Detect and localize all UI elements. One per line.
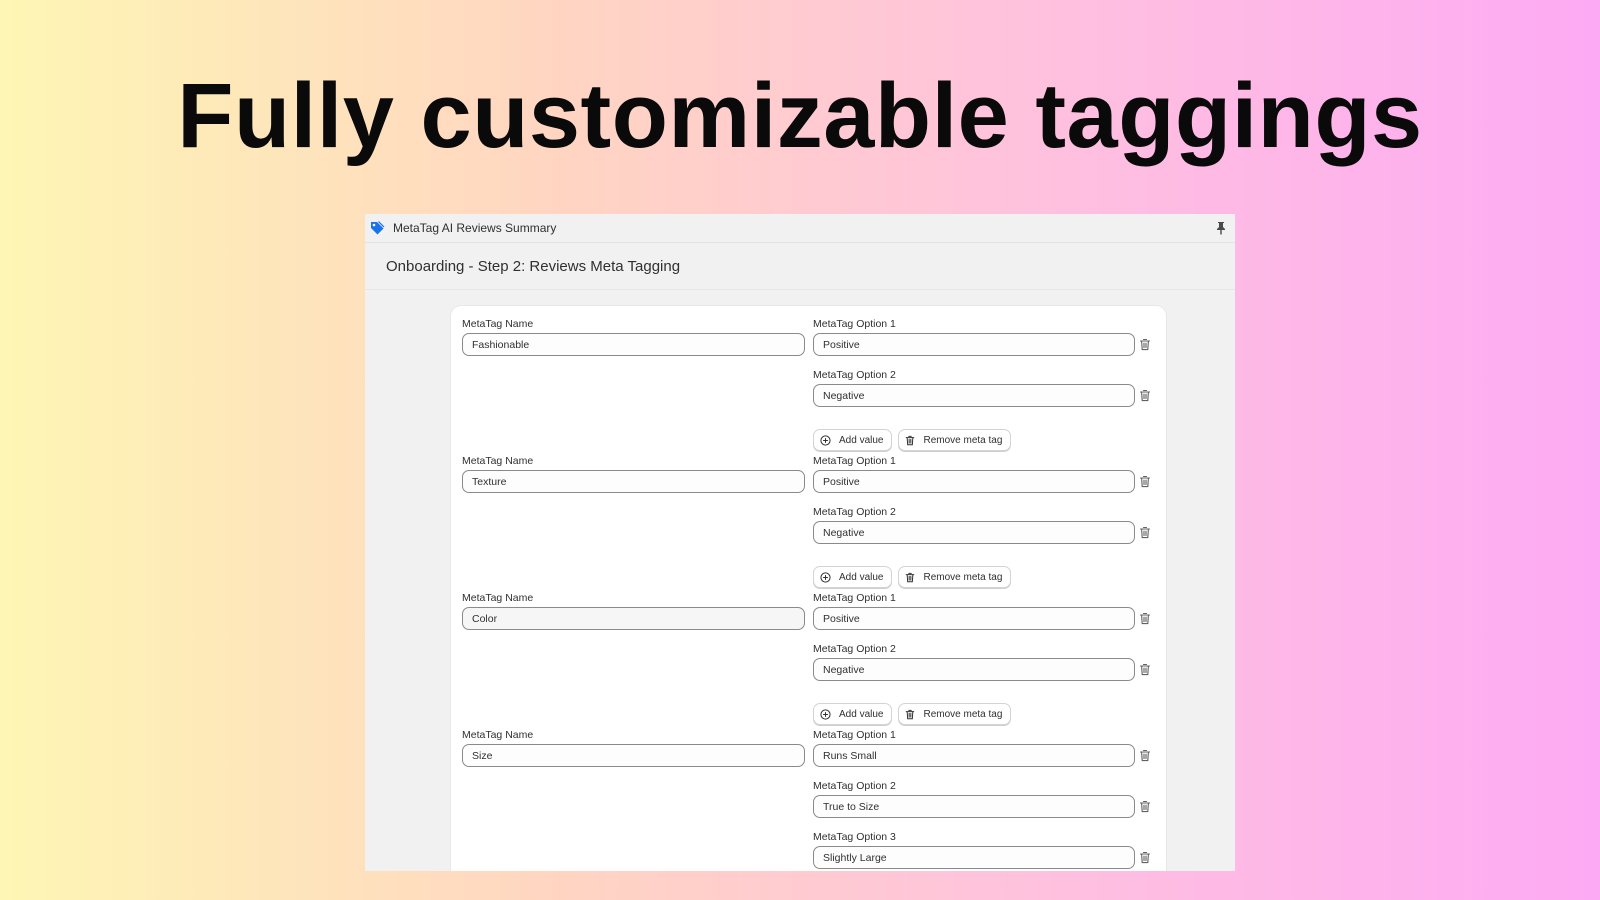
metatag-option-row: MetaTag Option 1 Runs Small bbox=[813, 728, 1153, 767]
metatag-option-label: MetaTag Option 2 bbox=[813, 643, 896, 655]
remove-meta-tag-label: Remove meta tag bbox=[923, 571, 1003, 583]
metatag-option-row: MetaTag Option 1 Positive bbox=[813, 317, 1153, 356]
metatag-option-row: MetaTag Option 2 Negative bbox=[813, 505, 1153, 544]
add-circle-icon bbox=[820, 571, 835, 583]
delete-option-icon[interactable] bbox=[1139, 526, 1153, 540]
app-titlebar: MetaTag AI Reviews Summary bbox=[365, 214, 1235, 243]
metatag-option-label: MetaTag Option 2 bbox=[813, 780, 896, 792]
page-title: Onboarding - Step 2: Reviews Meta Taggin… bbox=[386, 257, 681, 275]
metatag-name-label: MetaTag Name bbox=[462, 455, 534, 467]
metatag-option-input[interactable]: Slightly Large bbox=[813, 846, 1135, 869]
metatag-actions: Add value Remove meta tag bbox=[813, 429, 1012, 451]
remove-meta-tag-button[interactable]: Remove meta tag bbox=[898, 429, 1012, 451]
delete-option-icon[interactable] bbox=[1139, 389, 1153, 403]
metatag-option-label: MetaTag Option 1 bbox=[813, 455, 896, 467]
add-value-label: Add value bbox=[839, 434, 884, 446]
metatag-option-row: MetaTag Option 2 Negative bbox=[813, 368, 1153, 407]
pin-icon[interactable] bbox=[1215, 221, 1229, 235]
metatag-name-column: MetaTag Name Size bbox=[462, 728, 805, 767]
page-header: Onboarding - Step 2: Reviews Meta Taggin… bbox=[365, 243, 1235, 290]
add-circle-icon bbox=[820, 708, 835, 720]
delete-option-icon[interactable] bbox=[1139, 338, 1153, 352]
delete-option-icon[interactable] bbox=[1139, 475, 1153, 489]
metatag-name-column: MetaTag Name Fashionable bbox=[462, 317, 805, 356]
metatag-name-label: MetaTag Name bbox=[462, 729, 534, 741]
metatag-name-label: MetaTag Name bbox=[462, 592, 534, 604]
metatag-actions: Add value Remove meta tag bbox=[813, 703, 1012, 725]
delete-option-icon[interactable] bbox=[1139, 749, 1153, 763]
add-value-label: Add value bbox=[839, 571, 884, 583]
remove-meta-tag-label: Remove meta tag bbox=[923, 708, 1003, 720]
metatag-option-input[interactable]: Positive bbox=[813, 333, 1135, 356]
add-value-button[interactable]: Add value bbox=[813, 703, 893, 725]
delete-option-icon[interactable] bbox=[1139, 800, 1153, 814]
metatag-option-row: MetaTag Option 2 Negative bbox=[813, 642, 1153, 681]
metatag-option-row: MetaTag Option 3 Slightly Large bbox=[813, 830, 1153, 869]
metatag-option-label: MetaTag Option 3 bbox=[813, 831, 896, 843]
metatag-name-input[interactable]: Texture bbox=[462, 470, 805, 493]
add-value-button[interactable]: Add value bbox=[813, 566, 893, 588]
metatag-actions: Add value Remove meta tag bbox=[813, 566, 1012, 588]
metatag-option-row: MetaTag Option 1 Positive bbox=[813, 591, 1153, 630]
metatag-option-input[interactable]: True to Size bbox=[813, 795, 1135, 818]
app-window: MetaTag AI Reviews Summary Onboarding - … bbox=[365, 214, 1235, 871]
delete-option-icon[interactable] bbox=[1139, 851, 1153, 865]
metatag-option-input[interactable]: Runs Small bbox=[813, 744, 1135, 767]
tag-icon bbox=[369, 220, 387, 236]
metatag-option-input[interactable]: Positive bbox=[813, 470, 1135, 493]
metatag-option-label: MetaTag Option 2 bbox=[813, 369, 896, 381]
metatag-card: MetaTag Name Fashionable MetaTag Option … bbox=[451, 306, 1166, 871]
metatag-name-input[interactable]: Fashionable bbox=[462, 333, 805, 356]
trash-icon bbox=[905, 709, 919, 720]
trash-icon bbox=[905, 435, 919, 446]
metatag-option-input[interactable]: Negative bbox=[813, 384, 1135, 407]
metatag-option-label: MetaTag Option 2 bbox=[813, 506, 896, 518]
metatag-option-input[interactable]: Negative bbox=[813, 658, 1135, 681]
headline: Fully customizable taggings bbox=[177, 65, 1423, 167]
metatag-option-input[interactable]: Positive bbox=[813, 607, 1135, 630]
remove-meta-tag-button[interactable]: Remove meta tag bbox=[898, 703, 1012, 725]
add-value-label: Add value bbox=[839, 708, 884, 720]
app-title: MetaTag AI Reviews Summary bbox=[393, 221, 557, 235]
metatag-option-label: MetaTag Option 1 bbox=[813, 592, 896, 604]
delete-option-icon[interactable] bbox=[1139, 612, 1153, 626]
metatag-name-column: MetaTag Name Texture bbox=[462, 454, 805, 493]
add-circle-icon bbox=[820, 434, 835, 446]
metatag-option-label: MetaTag Option 1 bbox=[813, 729, 896, 741]
metatag-name-input[interactable]: Color bbox=[462, 607, 805, 630]
metatag-name-column: MetaTag Name Color bbox=[462, 591, 805, 630]
trash-icon bbox=[905, 572, 919, 583]
remove-meta-tag-label: Remove meta tag bbox=[923, 434, 1003, 446]
metatag-option-row: MetaTag Option 2 True to Size bbox=[813, 779, 1153, 818]
metatag-name-label: MetaTag Name bbox=[462, 318, 534, 330]
add-value-button[interactable]: Add value bbox=[813, 429, 893, 451]
metatag-option-label: MetaTag Option 1 bbox=[813, 318, 896, 330]
remove-meta-tag-button[interactable]: Remove meta tag bbox=[898, 566, 1012, 588]
metatag-option-row: MetaTag Option 1 Positive bbox=[813, 454, 1153, 493]
delete-option-icon[interactable] bbox=[1139, 663, 1153, 677]
metatag-name-input[interactable]: Size bbox=[462, 744, 805, 767]
metatag-option-input[interactable]: Negative bbox=[813, 521, 1135, 544]
